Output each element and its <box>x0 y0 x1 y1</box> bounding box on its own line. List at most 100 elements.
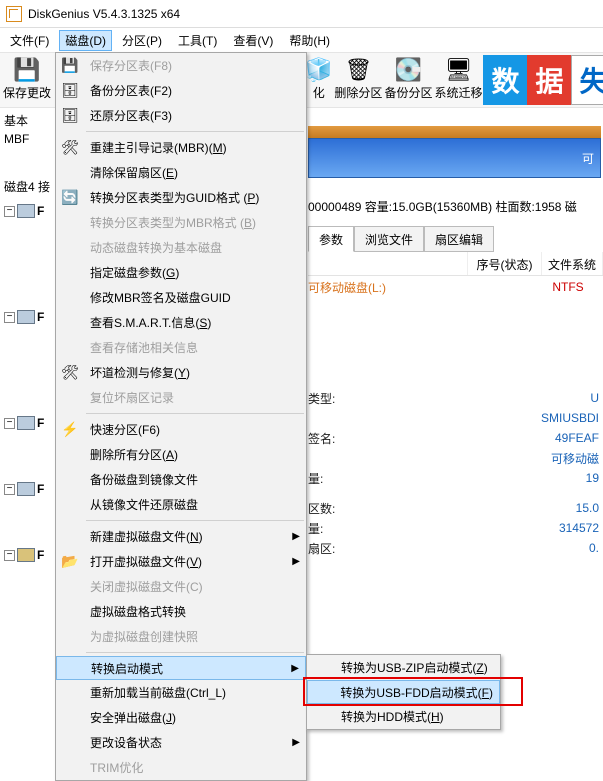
submenu-item-label: 转换为HDD模式(H) <box>335 708 500 725</box>
menu-item-label: 更改设备状态 <box>84 734 306 751</box>
menu-item-icon: 💾 <box>56 57 84 74</box>
th-status[interactable]: 序号(状态) <box>468 252 542 275</box>
kv-l: 扇区: <box>308 540 335 557</box>
menu-item[interactable]: 转换启动模式▶ <box>56 656 306 680</box>
menu-view[interactable]: 查看(V) <box>227 30 279 51</box>
menu-item-label: 查看S.M.A.R.T.信息(S) <box>84 314 306 331</box>
submenu-item[interactable]: 转换为HDD模式(H) <box>307 704 500 729</box>
kv-v: 314572 <box>559 521 599 535</box>
row-fs: NTFS <box>538 280 598 294</box>
tb-format[interactable]: 🧊 化 <box>304 55 333 105</box>
menu-item[interactable]: 更改设备状态▶ <box>56 730 306 755</box>
collapse-icon[interactable]: − <box>4 418 15 429</box>
submenu-item[interactable]: 转换为USB-ZIP启动模式(Z) <box>307 655 500 680</box>
window-title: DiskGenius V5.4.3.1325 x64 <box>28 7 180 21</box>
kv-l: 量: <box>308 470 323 487</box>
list-header: 序号(状态) 文件系统 <box>308 252 603 276</box>
tab-browse[interactable]: 浏览文件 <box>354 226 424 252</box>
row-name: 可移动磁盘(L:) <box>308 279 538 296</box>
tab-sector-edit[interactable]: 扇区编辑 <box>424 226 494 252</box>
menu-help[interactable]: 帮助(H) <box>283 30 336 51</box>
collapse-icon[interactable]: − <box>4 312 15 323</box>
app-logo-icon <box>6 6 22 22</box>
menu-item[interactable]: 📂打开虚拟磁盘文件(V)▶ <box>56 549 306 574</box>
menu-item: 关闭虚拟磁盘文件(C) <box>56 574 306 599</box>
menu-tools[interactable]: 工具(T) <box>172 30 223 51</box>
menu-item[interactable]: 修改MBR签名及磁盘GUID <box>56 285 306 310</box>
menu-item[interactable]: 🔄转换分区表类型为GUID格式 (P) <box>56 185 306 210</box>
menu-disk[interactable]: 磁盘(D) <box>59 30 112 51</box>
disk-map-body: 可 <box>308 138 601 178</box>
tree-node[interactable]: −F <box>0 198 46 224</box>
kv-l: 签名: <box>308 430 335 447</box>
menu-item[interactable]: 备份磁盘到镜像文件 <box>56 467 306 492</box>
menu-item-icon: 🔄 <box>56 189 84 206</box>
promo-1: 数 <box>483 55 527 105</box>
menu-item-label: 转换启动模式 <box>85 660 305 677</box>
boot-mode-submenu: 转换为USB-ZIP启动模式(Z)转换为USB-FDD启动模式(F) 转换为HDD… <box>306 654 501 730</box>
submenu-item[interactable]: 转换为USB-FDD启动模式(F) <box>307 680 500 704</box>
menu-partition[interactable]: 分区(P) <box>116 30 168 51</box>
kv-v: 可移动磁 <box>551 450 599 467</box>
promo-banner[interactable]: 数 据 失 丢 <box>483 55 603 105</box>
menu-item-label: 指定磁盘参数(G) <box>84 264 306 281</box>
menu-item[interactable]: 清除保留扇区(E) <box>56 160 306 185</box>
kv-v: 0. <box>589 541 599 555</box>
menu-item[interactable]: 查看S.M.A.R.T.信息(S) <box>56 310 306 335</box>
menu-item-icon: ⚡ <box>56 421 84 438</box>
menu-item[interactable]: 🗄还原分区表(F3) <box>56 103 306 128</box>
menu-item-label: 新建虚拟磁盘文件(N) <box>84 528 306 545</box>
table-row[interactable]: 可移动磁盘(L:) NTFS <box>308 276 603 298</box>
menu-item-label: 转换分区表类型为MBR格式 (B) <box>84 214 306 231</box>
tree-node[interactable]: −F <box>0 542 46 568</box>
tb-backup-partition[interactable]: 💽 备份分区 <box>383 55 433 105</box>
disk-map[interactable]: 可 <box>308 126 601 178</box>
tb-system-migrate[interactable]: 🖥 系统迁移 <box>433 55 483 105</box>
disk-icon <box>17 204 35 218</box>
tb-bkp-label: 备份分区 <box>384 84 432 101</box>
submenu-arrow-icon: ▶ <box>292 737 300 748</box>
menu-item: 💾保存分区表(F8) <box>56 53 306 78</box>
menu-item-label: 动态磁盘转换为基本磁盘 <box>84 239 306 256</box>
tb-delp-label: 删除分区 <box>334 84 382 101</box>
collapse-icon[interactable]: − <box>4 206 15 217</box>
disk-icon <box>17 482 35 496</box>
tab-params[interactable]: 参数 <box>308 226 354 252</box>
menu-item[interactable]: 🛠重建主引导记录(MBR)(M) <box>56 135 306 160</box>
menu-item[interactable]: 🗄备份分区表(F2) <box>56 78 306 103</box>
promo-3: 失 <box>571 55 603 105</box>
menu-item[interactable]: 新建虚拟磁盘文件(N)▶ <box>56 524 306 549</box>
backup-icon: 💽 <box>395 59 422 81</box>
menu-item-label: 查看存储池相关信息 <box>84 339 306 356</box>
menu-item[interactable]: 安全弹出磁盘(J) <box>56 705 306 730</box>
tree-node[interactable]: −F <box>0 476 46 502</box>
kv-l: 类型: <box>308 390 335 407</box>
menu-file[interactable]: 文件(F) <box>4 30 55 51</box>
tree-node[interactable]: −F <box>0 410 46 436</box>
menu-item[interactable]: 指定磁盘参数(G) <box>56 260 306 285</box>
menu-item[interactable]: 从镜像文件还原磁盘 <box>56 492 306 517</box>
menu-item-label: 保存分区表(F8) <box>84 57 306 74</box>
info-block: 区数:15.0 量:314572 扇区:0. <box>308 498 599 558</box>
menu-item[interactable]: ⚡快速分区(F6) <box>56 417 306 442</box>
tb-delete-partition[interactable]: 🗑 删除分区 <box>333 55 383 105</box>
info-block: 类型:U SMIUSBDI 签名:49FEAF 可移动磁 量:19 <box>308 388 599 488</box>
collapse-icon[interactable]: − <box>4 484 15 495</box>
promo-2: 据 <box>527 55 571 105</box>
menu-item[interactable]: 虚拟磁盘格式转换 <box>56 599 306 624</box>
rd-icon <box>17 548 35 562</box>
menu-item-label: 删除所有分区(A) <box>84 446 306 463</box>
tree-node[interactable]: −F <box>0 304 46 330</box>
tb-save[interactable]: 💾 保存更改 <box>2 55 52 105</box>
kv-l: 区数: <box>308 500 335 517</box>
menu-item[interactable]: 重新加载当前磁盘(Ctrl_L) <box>56 680 306 705</box>
disk-map-label: 可 <box>582 150 594 167</box>
kv-v: 19 <box>586 471 599 485</box>
menu-item: 转换分区表类型为MBR格式 (B) <box>56 210 306 235</box>
menu-item[interactable]: 删除所有分区(A) <box>56 442 306 467</box>
menu-item[interactable]: 🛠坏道检测与修复(Y) <box>56 360 306 385</box>
menu-item: 复位坏扇区记录 <box>56 385 306 410</box>
collapse-icon[interactable]: − <box>4 550 15 561</box>
th-fs[interactable]: 文件系统 <box>542 252 603 275</box>
menu-item-label: 重建主引导记录(MBR)(M) <box>84 139 306 156</box>
